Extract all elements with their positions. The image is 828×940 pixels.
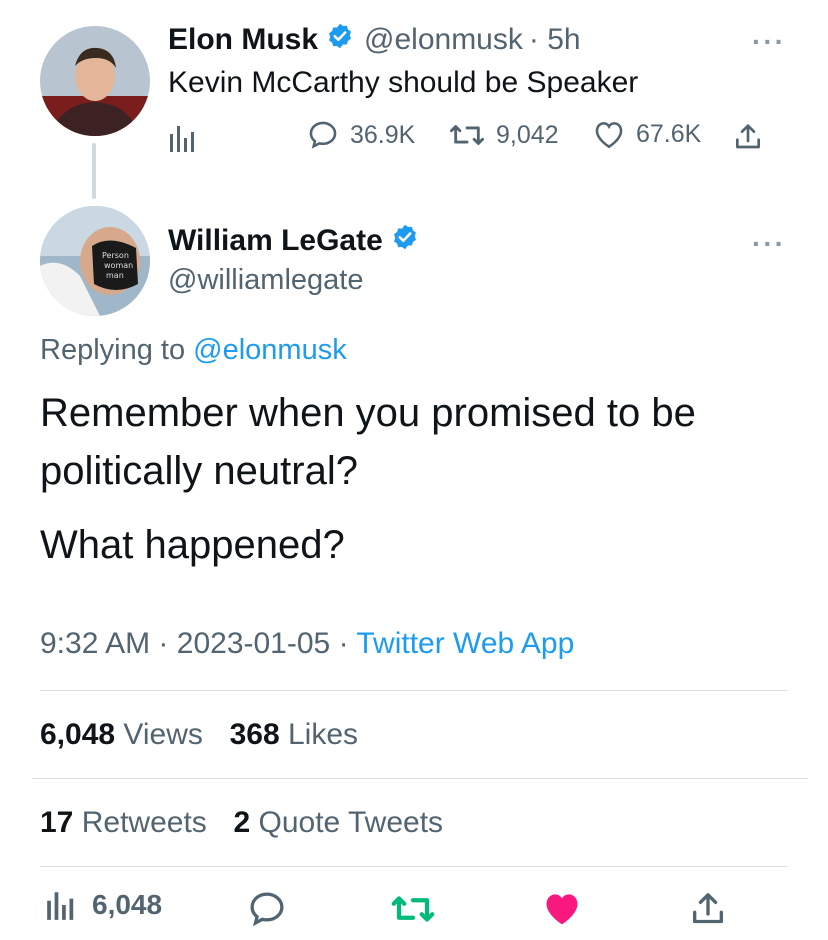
divider (40, 690, 788, 691)
svg-text:man: man (106, 271, 124, 280)
like-button[interactable] (540, 888, 584, 928)
svg-text:Person: Person (102, 251, 129, 260)
reply-avatar[interactable]: Person woman man (40, 206, 150, 316)
quotes-count[interactable]: 2 (233, 806, 250, 839)
quotes-label[interactable]: Quote Tweets (259, 806, 444, 839)
verified-badge-icon (326, 22, 354, 58)
reply-author-row: William LeGate (168, 223, 419, 259)
parent-more-icon[interactable]: ··· (752, 26, 786, 58)
replying-to-line: Replying to @elonmusk (40, 334, 347, 367)
parent-like-count: 67.6K (636, 119, 702, 148)
parent-retweet-count: 9,042 (496, 120, 559, 149)
parent-header: Elon Musk @elonmusk · 5h (168, 22, 581, 58)
views-action-count: 6,048 (92, 889, 163, 920)
parent-handle[interactable]: @elonmusk (364, 23, 523, 57)
retweets-label[interactable]: Retweets (82, 806, 207, 839)
retweet-arrows-icon (391, 896, 435, 922)
heart-icon (595, 122, 623, 149)
tweet-text-line-1: Remember when you promised to be (40, 391, 696, 435)
divider (32, 778, 808, 779)
parent-reply-count: 36.9K (350, 120, 416, 149)
meta-separator: · (158, 627, 169, 660)
heart-icon (546, 894, 578, 925)
retweets-quotes-stats: 17 Retweets 2 Quote Tweets (40, 806, 443, 840)
parent-avatar[interactable] (40, 26, 150, 136)
share-button[interactable] (688, 888, 728, 930)
retweet-arrows-icon (449, 125, 484, 145)
replying-handle-link[interactable]: @elonmusk (193, 334, 347, 366)
tweet-text-line-3: What happened? (40, 523, 345, 567)
divider (40, 866, 788, 867)
meta-separator: · (338, 627, 349, 660)
verified-badge-icon (391, 223, 419, 259)
reply-more-icon[interactable]: ··· (752, 228, 786, 260)
parent-author-name[interactable]: Elon Musk (168, 23, 318, 57)
parent-share-icon[interactable] (732, 120, 764, 159)
views-likes-stats: 6,048 Views 368 Likes (40, 718, 358, 752)
reply-handle[interactable]: @williamlegate (168, 264, 363, 297)
parent-retweet-action[interactable]: 9,042 (448, 118, 559, 152)
speech-bubble-icon (250, 892, 284, 927)
likes-count[interactable]: 368 (230, 718, 280, 751)
tweet-meta: 9:32 AM · 2023-01-05 · Twitter Web App (40, 627, 574, 661)
tweet-source-link[interactable]: Twitter Web App (356, 627, 574, 660)
parent-like-action[interactable]: 67.6K (592, 118, 701, 150)
views-action[interactable]: 6,048 (44, 888, 162, 922)
parent-reply-action[interactable]: 36.9K (306, 118, 415, 152)
retweets-count[interactable]: 17 (40, 806, 73, 839)
views-label: Views (123, 718, 203, 751)
parent-tweet-text: Kevin McCarthy should be Speaker (168, 66, 639, 99)
share-upload-icon (693, 893, 723, 924)
retweet-button[interactable] (390, 888, 436, 930)
speech-bubble-icon (309, 121, 337, 149)
likes-label[interactable]: Likes (288, 718, 358, 751)
replying-prefix: Replying to (40, 334, 186, 366)
reply-button[interactable] (246, 888, 288, 930)
tweet-time[interactable]: 9:32 AM (40, 627, 150, 660)
parent-analytics-icon[interactable] (168, 122, 198, 154)
analytics-bars-icon (47, 892, 74, 920)
tweet-date[interactable]: 2023-01-05 (177, 627, 330, 660)
reply-author-name[interactable]: William LeGate (168, 224, 383, 258)
svg-text:woman: woman (104, 261, 133, 270)
views-count: 6,048 (40, 718, 116, 751)
tweet-text-line-2: politically neutral? (40, 449, 358, 493)
thread-connector-line (92, 143, 96, 199)
parent-time[interactable]: · 5h (529, 23, 581, 57)
